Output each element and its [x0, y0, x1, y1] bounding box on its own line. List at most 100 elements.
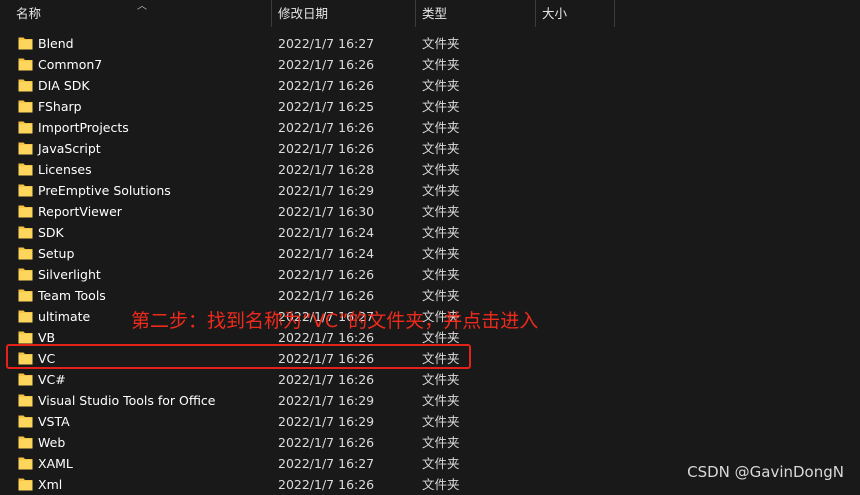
file-type: 文件夹 [422, 267, 460, 282]
file-modified-date: 2022/1/7 16:29 [278, 414, 375, 429]
list-item[interactable]: FSharp 2022/1/7 16:25 文件夹 [0, 96, 860, 117]
file-name: Visual Studio Tools for Office [38, 393, 216, 408]
file-modified-date: 2022/1/7 16:25 [278, 99, 375, 114]
file-name: VSTA [38, 414, 70, 429]
list-item[interactable]: Common7 2022/1/7 16:26 文件夹 [0, 54, 860, 75]
file-modified-date: 2022/1/7 16:28 [278, 162, 375, 177]
annotation-text: 第二步：找到名称为“VC”的文件夹，并点击进入 [131, 310, 539, 332]
column-type-header[interactable]: 类型 [422, 0, 447, 27]
file-modified-date: 2022/1/7 16:26 [278, 120, 375, 135]
list-item[interactable]: SDK 2022/1/7 16:24 文件夹 [0, 222, 860, 243]
folder-icon [18, 394, 33, 407]
file-type: 文件夹 [422, 456, 460, 471]
file-name: Common7 [38, 57, 103, 72]
file-name: ultimate [38, 309, 91, 324]
file-type: 文件夹 [422, 225, 460, 240]
file-type: 文件夹 [422, 78, 460, 93]
list-item[interactable]: Visual Studio Tools for Office 2022/1/7 1… [0, 390, 860, 411]
file-modified-date: 2022/1/7 16:26 [278, 57, 375, 72]
folder-icon [18, 79, 33, 92]
folder-icon [18, 163, 33, 176]
file-name: PreEmptive Solutions [38, 183, 171, 198]
file-name: DIA SDK [38, 78, 90, 93]
list-item[interactable]: DIA SDK 2022/1/7 16:26 文件夹 [0, 75, 860, 96]
file-type: 文件夹 [422, 372, 460, 387]
file-modified-date: 2022/1/7 16:29 [278, 393, 375, 408]
folder-icon [18, 415, 33, 428]
file-type: 文件夹 [422, 36, 460, 51]
folder-icon [18, 142, 33, 155]
list-item[interactable]: Web 2022/1/7 16:26 文件夹 [0, 432, 860, 453]
file-name: VC# [38, 372, 66, 387]
column-divider[interactable] [271, 0, 272, 27]
file-type: 文件夹 [422, 162, 460, 177]
file-name: SDK [38, 225, 64, 240]
sort-up-icon: ︿ [137, 1, 147, 12]
file-modified-date: 2022/1/7 16:24 [278, 246, 375, 261]
folder-icon [18, 121, 33, 134]
folder-icon [18, 457, 33, 470]
list-item[interactable]: Setup 2022/1/7 16:24 文件夹 [0, 243, 860, 264]
file-name: Setup [38, 246, 75, 261]
watermark: CSDN @GavinDongN [687, 463, 844, 481]
file-type: 文件夹 [422, 435, 460, 450]
folder-icon [18, 268, 33, 281]
file-list: Blend 2022/1/7 16:27 文件夹 Common7 2022/1/7 16… [0, 33, 860, 495]
folder-icon [18, 331, 33, 344]
list-item[interactable]: Blend 2022/1/7 16:27 文件夹 [0, 33, 860, 54]
list-item[interactable]: Silverlight 2022/1/7 16:26 文件夹 [0, 264, 860, 285]
file-type: 文件夹 [422, 246, 460, 261]
folder-icon [18, 100, 33, 113]
folder-icon [18, 289, 33, 302]
file-modified-date: 2022/1/7 16:27 [278, 36, 375, 51]
folder-icon [18, 478, 33, 491]
file-name: Licenses [38, 162, 92, 177]
file-modified-date: 2022/1/7 16:26 [278, 372, 375, 387]
column-divider[interactable] [415, 0, 416, 27]
file-name: Silverlight [38, 267, 101, 282]
file-modified-date: 2022/1/7 16:26 [278, 477, 375, 492]
file-type: 文件夹 [422, 414, 460, 429]
file-name: JavaScript [38, 141, 101, 156]
list-item[interactable]: ImportProjects 2022/1/7 16:26 文件夹 [0, 117, 860, 138]
file-type: 文件夹 [422, 141, 460, 156]
column-header: 名称 ︿ 修改日期 类型 大小 [0, 0, 860, 27]
folder-icon [18, 37, 33, 50]
column-divider[interactable] [614, 0, 615, 27]
list-item[interactable]: VC# 2022/1/7 16:26 文件夹 [0, 369, 860, 390]
file-name: FSharp [38, 99, 82, 114]
column-divider[interactable] [535, 0, 536, 27]
file-modified-date: 2022/1/7 16:26 [278, 78, 375, 93]
file-name: Blend [38, 36, 74, 51]
file-name: ReportViewer [38, 204, 122, 219]
column-name-header[interactable]: 名称 [16, 0, 41, 27]
list-item[interactable]: ReportViewer 2022/1/7 16:30 文件夹 [0, 201, 860, 222]
highlight-box [6, 344, 471, 369]
folder-icon [18, 373, 33, 386]
file-modified-date: 2022/1/7 16:24 [278, 225, 375, 240]
list-item[interactable]: Team Tools 2022/1/7 16:26 文件夹 [0, 285, 860, 306]
file-type: 文件夹 [422, 393, 460, 408]
file-name: XAML [38, 456, 73, 471]
file-modified-date: 2022/1/7 16:26 [278, 141, 375, 156]
folder-icon [18, 205, 33, 218]
file-name: Team Tools [38, 288, 106, 303]
file-type: 文件夹 [422, 120, 460, 135]
file-type: 文件夹 [422, 477, 460, 492]
folder-icon [18, 436, 33, 449]
folder-icon [18, 247, 33, 260]
file-name: Xml [38, 477, 63, 492]
folder-icon [18, 226, 33, 239]
file-type: 文件夹 [422, 183, 460, 198]
file-type: 文件夹 [422, 57, 460, 72]
column-size-header[interactable]: 大小 [542, 0, 567, 27]
list-item[interactable]: VSTA 2022/1/7 16:29 文件夹 [0, 411, 860, 432]
list-item[interactable]: Licenses 2022/1/7 16:28 文件夹 [0, 159, 860, 180]
list-item[interactable]: JavaScript 2022/1/7 16:26 文件夹 [0, 138, 860, 159]
column-date-header[interactable]: 修改日期 [278, 0, 328, 27]
file-modified-date: 2022/1/7 16:26 [278, 267, 375, 282]
folder-icon [18, 58, 33, 71]
folder-icon [18, 310, 33, 323]
list-item[interactable]: PreEmptive Solutions 2022/1/7 16:29 文件夹 [0, 180, 860, 201]
file-modified-date: 2022/1/7 16:27 [278, 456, 375, 471]
